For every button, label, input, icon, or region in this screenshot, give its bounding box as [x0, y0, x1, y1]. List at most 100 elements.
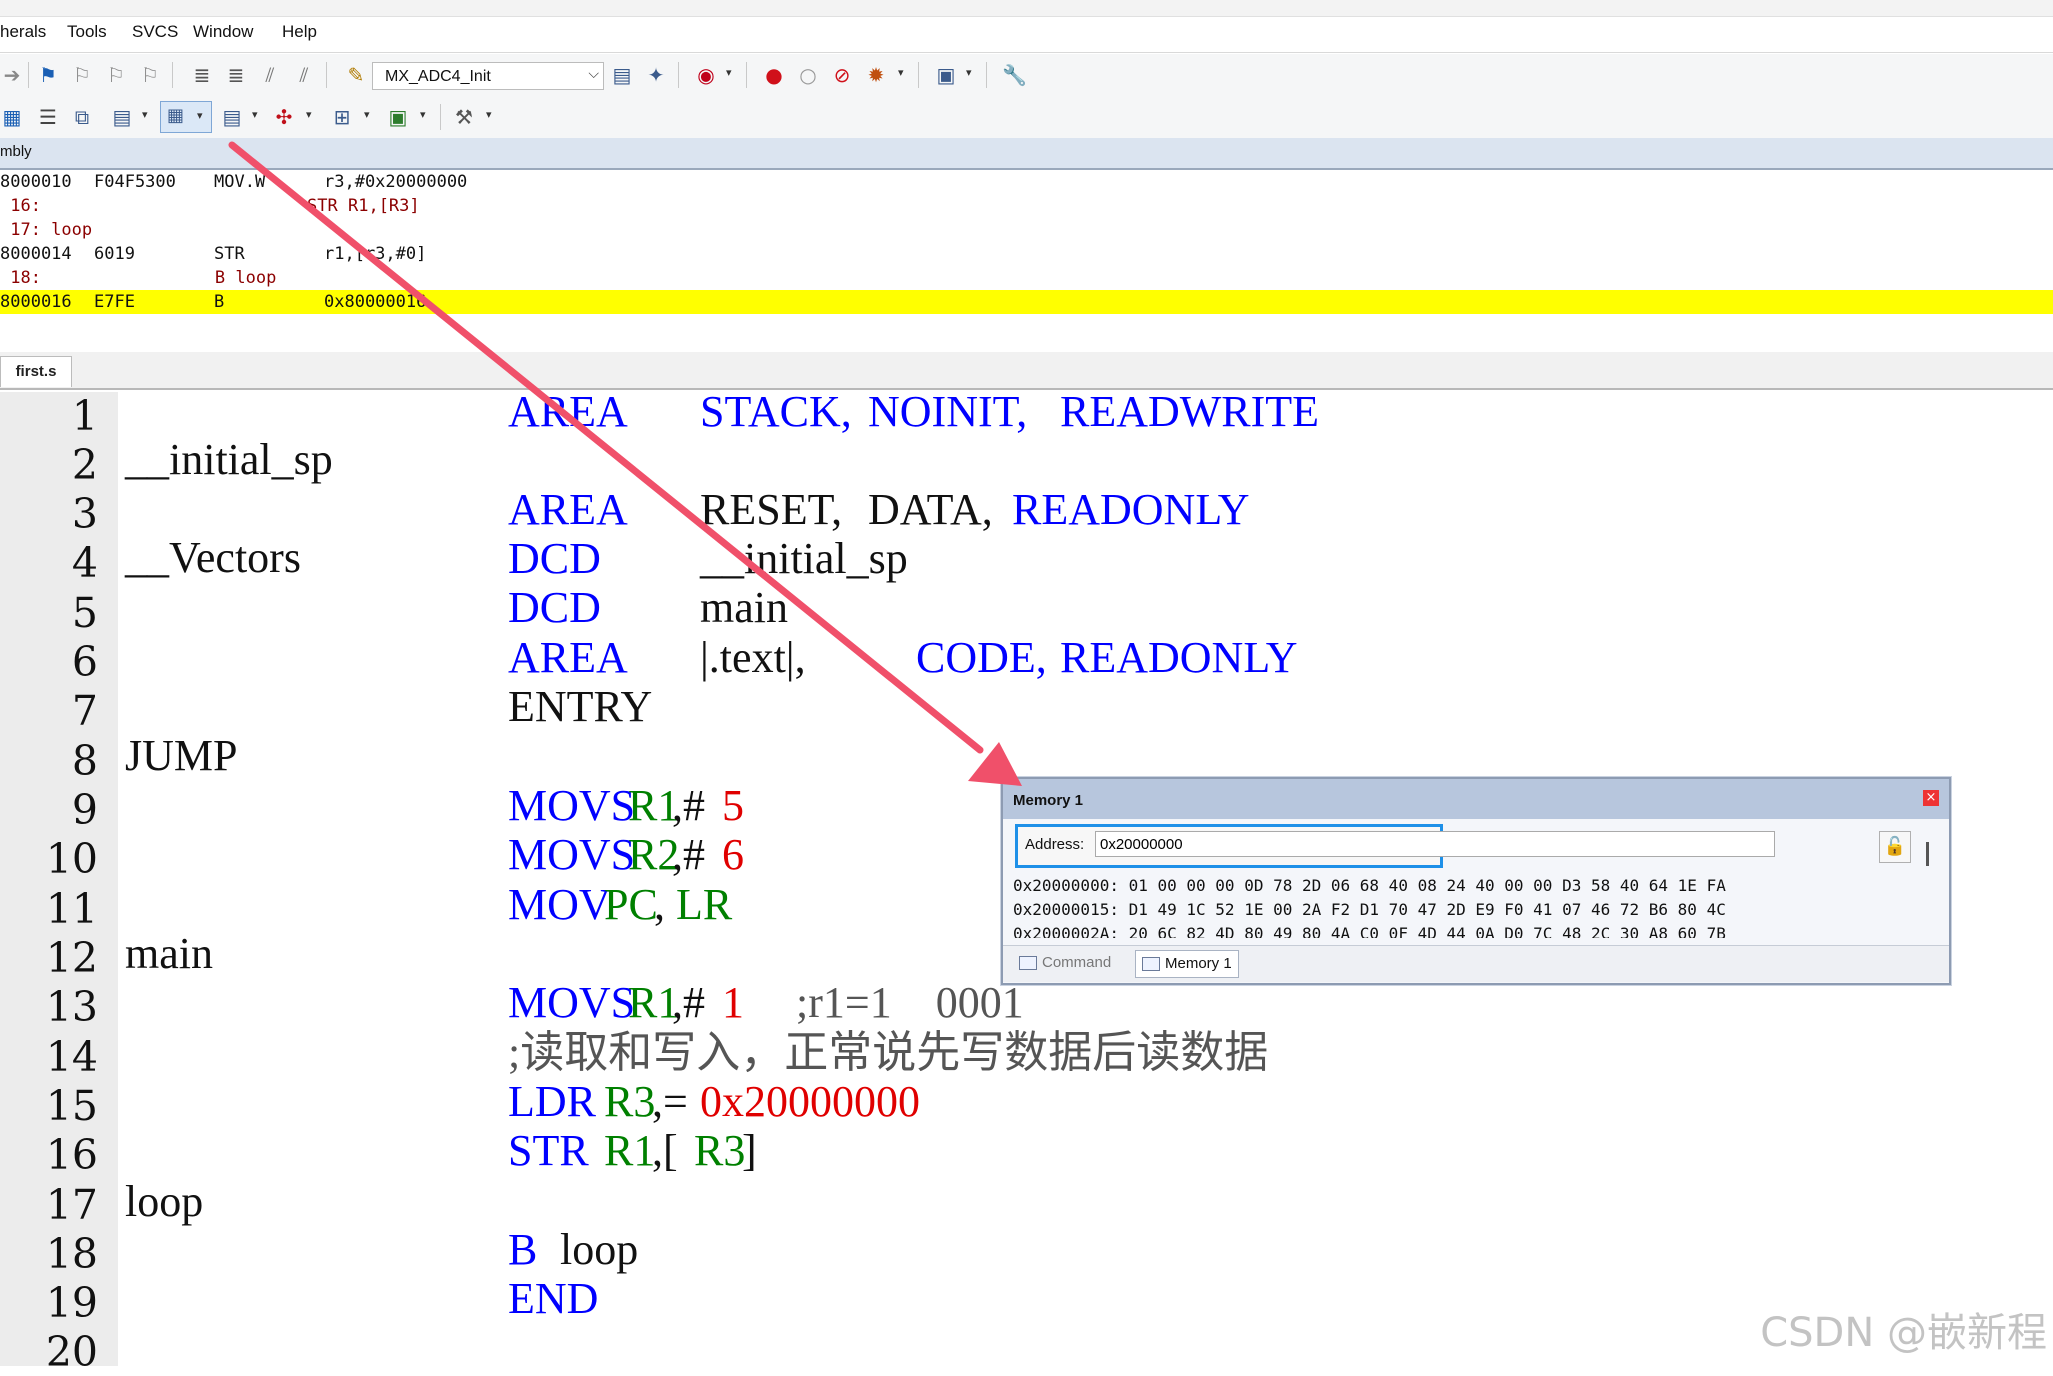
- instruction-operands: r1,[r3,#0]: [324, 244, 427, 264]
- disassembly-line[interactable]: 8000010 F04F5300 MOV.W r3,#0x20000000: [0, 170, 2053, 194]
- code-operand: RESET,: [700, 485, 843, 534]
- code-register: LR: [676, 880, 733, 929]
- disassembly-source-line[interactable]: 18: B loop: [0, 266, 2053, 290]
- disassembly-source-line[interactable]: 17: loop: [0, 218, 2053, 242]
- chevron-down-icon[interactable]: ▾: [966, 66, 972, 79]
- serial-window-icon[interactable]: ▤: [220, 105, 244, 129]
- instruction-mnemonic: B: [214, 292, 225, 312]
- instruction-address: 8000014: [0, 244, 72, 264]
- memory-window-titlebar[interactable]: Memory 1 ×: [1003, 779, 1949, 819]
- chevron-down-icon[interactable]: ▾: [486, 108, 492, 121]
- disable-all-breakpoints-icon[interactable]: ⊘: [830, 63, 854, 87]
- line-number-gutter: 1 2 3 4 5 6 7 8 9 10 11 12 13 14 15 16 1…: [0, 392, 118, 1376]
- chevron-down-icon[interactable]: ▾: [252, 108, 258, 121]
- configure-icon[interactable]: 🔧: [1002, 63, 1027, 87]
- chevron-down-icon[interactable]: ▾: [726, 66, 732, 79]
- chevron-down-icon[interactable]: ▾: [306, 108, 312, 121]
- code-operand: READONLY: [1012, 485, 1250, 534]
- code-number: 0x20000000: [700, 1077, 920, 1126]
- trace-window-icon[interactable]: ⊞: [330, 105, 354, 129]
- chevron-down-icon[interactable]: ▾: [898, 66, 904, 79]
- disable-breakpoint-icon[interactable]: ○: [796, 63, 820, 87]
- find-in-files-icon[interactable]: ✎: [344, 63, 368, 87]
- next-bookmark-icon[interactable]: ⚐: [104, 63, 128, 87]
- uncomment-icon[interactable]: ⫽: [292, 63, 316, 87]
- close-icon[interactable]: ×: [1923, 790, 1939, 806]
- indent-icon[interactable]: ≣: [190, 63, 214, 87]
- toolbar-separator: [326, 62, 327, 88]
- code-directive: DCD: [508, 534, 601, 583]
- code-number: 5: [722, 781, 744, 830]
- toolbar-separator: [918, 62, 919, 88]
- label-loop: loop: [125, 1177, 204, 1226]
- memory-window-button[interactable]: ▦ ▾: [160, 101, 212, 133]
- window-layout-icon[interactable]: ▣: [934, 63, 958, 87]
- line-number: 15: [45, 1082, 98, 1130]
- disassembly-line[interactable]: 8000014 6019 STR r1,[r3,#0]: [0, 242, 2053, 266]
- menu-window[interactable]: Window: [193, 22, 253, 42]
- line-number: 16: [45, 1131, 98, 1179]
- code-number: 6: [722, 830, 744, 879]
- registers-window-icon[interactable]: ▤: [110, 105, 134, 129]
- comment-icon[interactable]: ⫽: [258, 63, 282, 87]
- kill-breakpoints-icon[interactable]: ✹: [864, 63, 888, 87]
- disassembly-header: mbly: [0, 138, 2053, 170]
- code-comment: ;读取和写入，正常说先写数据后读数据: [508, 1028, 1269, 1077]
- lock-icon[interactable]: 🔓: [1879, 831, 1911, 863]
- tab-first-s[interactable]: first.s: [0, 356, 72, 387]
- menu-svcs[interactable]: SVCS: [132, 22, 178, 42]
- chevron-down-icon[interactable]: ▾: [364, 108, 370, 121]
- code-operand: loop: [560, 1225, 639, 1274]
- tab-command[interactable]: Command: [1013, 950, 1117, 976]
- memory-dump[interactable]: 0x20000000: 01 00 00 00 0D 78 2D 06 68 4…: [1013, 876, 1903, 938]
- menu-help[interactable]: Help: [282, 22, 317, 42]
- find-icon[interactable]: ▤: [610, 63, 634, 87]
- chevron-down-icon[interactable]: ▾: [142, 108, 148, 121]
- instruction-address: 8000016: [0, 292, 72, 312]
- toolbar-separator: [678, 62, 679, 88]
- tab-memory-1[interactable]: Memory 1: [1135, 950, 1239, 978]
- code-directive: END: [508, 1274, 599, 1323]
- disassembly-pane[interactable]: 8000010 F04F5300 MOV.W r3,#0x20000000 16…: [0, 170, 2053, 345]
- unindent-icon[interactable]: ≣: [224, 63, 248, 87]
- prev-bookmark-icon[interactable]: ⚐: [70, 63, 94, 87]
- code-punct: ,#: [672, 830, 705, 879]
- tab-label: Memory 1: [1165, 955, 1232, 972]
- disassembly-window-icon[interactable]: ☰: [36, 105, 60, 129]
- code-punct: ,: [654, 880, 665, 929]
- toolbar-separator: [746, 62, 747, 88]
- incremental-find-icon[interactable]: ✦: [644, 63, 668, 87]
- memory-window[interactable]: Memory 1 × Address: 🔓 0x20000000: 01 00 …: [1001, 777, 1951, 985]
- breakpoint-icon[interactable]: ●: [762, 63, 786, 87]
- bookmark-icon[interactable]: ⚑: [36, 63, 60, 87]
- analysis-window-icon[interactable]: ✣: [272, 105, 296, 129]
- line-number: 11: [45, 885, 98, 933]
- target-select[interactable]: MX_ADC4_Init ⌵: [372, 62, 604, 90]
- chevron-down-icon[interactable]: ▾: [420, 108, 426, 121]
- menu-tools[interactable]: Tools: [67, 22, 107, 42]
- symbols-window-icon[interactable]: ⧉: [70, 105, 94, 129]
- editor-tab-bar: first.s: [0, 352, 2053, 390]
- system-viewer-icon[interactable]: ▣: [386, 105, 410, 129]
- command-window-icon[interactable]: ▦: [0, 105, 24, 129]
- scrollbar[interactable]: [1926, 842, 1929, 866]
- arrow-icon[interactable]: ➔: [0, 63, 24, 87]
- code-operand: __initial_sp: [700, 534, 908, 583]
- address-input[interactable]: [1095, 831, 1775, 857]
- code-operand: |.text|,: [700, 633, 806, 682]
- code-register: R3: [694, 1126, 746, 1175]
- code-register: R3: [604, 1077, 656, 1126]
- disassembly-source-line[interactable]: 16: STR R1,[R3]: [0, 194, 2053, 218]
- debug-session-icon[interactable]: ◉: [694, 63, 718, 87]
- memory-row: 0x20000015: D1 49 1C 52 1E 00 2A F2 D1 7…: [1013, 900, 1726, 919]
- code-punct: ,=: [652, 1077, 688, 1126]
- current-instruction-line[interactable]: 8000016 E7FE B 0x80000016: [0, 290, 2053, 314]
- menu-peripherals[interactable]: herals: [0, 22, 46, 42]
- line-number: 5: [71, 589, 98, 637]
- source-text: 18: B loop: [0, 268, 277, 288]
- toolbox-icon[interactable]: ⚒: [452, 105, 476, 129]
- code-directive: ENTRY: [508, 682, 653, 731]
- code-directive: DCD: [508, 583, 601, 632]
- clear-bookmarks-icon[interactable]: ⚐: [138, 63, 162, 87]
- debug-toolbar: ▦ ☰ ⧉ ▤ ▾ ▦ ▾ ▤ ▾ ✣ ▾ ⊞ ▾ ▣ ▾ ⚒ ▾: [0, 96, 2053, 138]
